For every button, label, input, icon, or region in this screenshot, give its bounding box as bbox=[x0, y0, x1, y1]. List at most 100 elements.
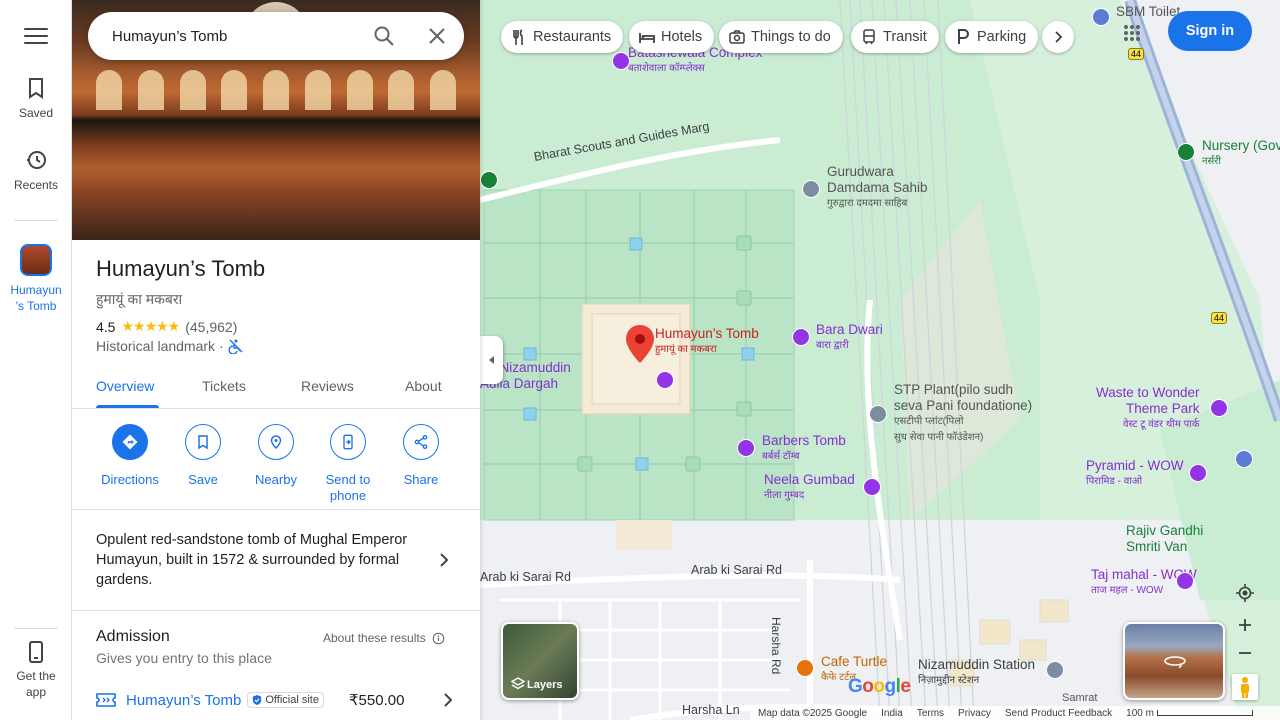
rating-stars: ★★★★★ bbox=[121, 318, 180, 334]
collapse-panel-button[interactable] bbox=[480, 336, 503, 384]
about-results-button[interactable]: About these results bbox=[323, 631, 445, 645]
rail-active-place[interactable]: Humayun ’s Tomb bbox=[0, 244, 72, 314]
share-button[interactable]: Share bbox=[381, 424, 461, 488]
rail-divider-bottom bbox=[14, 628, 58, 629]
send-to-phone-icon bbox=[330, 424, 366, 460]
poi-park-icon[interactable] bbox=[480, 171, 498, 189]
map-label-gurudwara[interactable]: Gurudwara Damdama Sahib गुरुद्वारा दमदमा स… bbox=[827, 164, 928, 212]
poi-monument-icon[interactable] bbox=[792, 328, 810, 346]
zoom-out-button[interactable] bbox=[1230, 638, 1260, 668]
verified-icon bbox=[253, 695, 262, 705]
place-pin-icon[interactable] bbox=[626, 325, 654, 363]
pegman-button[interactable] bbox=[1232, 674, 1258, 700]
chevron-right-icon[interactable] bbox=[436, 552, 452, 568]
map-label-humayuns-tomb[interactable]: Humayun’s Tomb हुमायूं का मकबरा bbox=[655, 326, 759, 355]
poi-monument-icon[interactable] bbox=[737, 439, 755, 457]
chip-parking[interactable]: Parking bbox=[945, 21, 1039, 53]
chevron-right-icon[interactable] bbox=[440, 692, 456, 708]
directions-button[interactable]: Directions bbox=[90, 424, 170, 488]
sign-in-button[interactable]: Sign in bbox=[1168, 11, 1252, 51]
layers-icon bbox=[511, 677, 525, 690]
place-description[interactable]: Opulent red-sandstone tomb of Mughal Emp… bbox=[96, 530, 416, 590]
poi-camera-icon[interactable] bbox=[656, 371, 674, 389]
footer-india-link[interactable]: India bbox=[881, 708, 903, 719]
reviews-count[interactable]: (45,962) bbox=[185, 319, 237, 335]
bookmark-icon bbox=[29, 78, 43, 99]
poi-toilet-icon[interactable] bbox=[1092, 8, 1110, 26]
get-app-button[interactable]: Get the app bbox=[0, 640, 72, 700]
chip-things-to-do[interactable]: Things to do bbox=[719, 21, 843, 53]
poi-worship-icon[interactable] bbox=[802, 180, 820, 198]
my-location-button[interactable] bbox=[1230, 578, 1260, 608]
save-button[interactable]: Save bbox=[163, 424, 243, 488]
map-label-waste-to-wonder[interactable]: Waste to Wonder Theme Park वेस्ट टू वंडर थ… bbox=[1096, 385, 1200, 433]
ticket-provider-name[interactable]: Humayun’s Tomb bbox=[126, 692, 241, 709]
poi-camera-icon[interactable] bbox=[1176, 572, 1194, 590]
layers-label: Layers bbox=[527, 679, 563, 691]
map-footer: Map data ©2025 Google India Terms Privac… bbox=[750, 706, 1280, 720]
tab-overview[interactable]: Overview bbox=[96, 378, 154, 394]
layers-button[interactable]: Layers bbox=[501, 622, 579, 700]
tab-tickets[interactable]: Tickets bbox=[202, 378, 246, 394]
phone-icon bbox=[29, 641, 43, 663]
nearby-button[interactable]: Nearby bbox=[236, 424, 316, 488]
street-view-thumbnail[interactable] bbox=[1123, 622, 1225, 700]
poi-marker-icon[interactable] bbox=[612, 52, 630, 70]
chip-hotels[interactable]: Hotels bbox=[629, 21, 715, 53]
ticket-option-row[interactable]: Humayun’s Tomb Official site ₹550.00 bbox=[96, 688, 456, 712]
place-category[interactable]: Historical landmark bbox=[96, 338, 215, 354]
about-results-label: About these results bbox=[323, 631, 426, 645]
tab-about[interactable]: About bbox=[405, 378, 442, 394]
rating-value: 4.5 bbox=[96, 318, 116, 335]
rail-place-label-2: ’s Tomb bbox=[15, 299, 57, 313]
rail-saved-button[interactable]: Saved bbox=[0, 76, 72, 120]
map-label-sbm-toilet[interactable]: SBM Toilet bbox=[1116, 4, 1180, 19]
poi-cafe-icon[interactable] bbox=[796, 659, 814, 677]
poi-station-icon[interactable] bbox=[1046, 661, 1064, 679]
parking-icon bbox=[958, 29, 969, 44]
my-location-icon bbox=[1236, 584, 1254, 602]
footer-terms-link[interactable]: Terms bbox=[917, 708, 944, 719]
poi-nursery-icon[interactable] bbox=[1177, 143, 1195, 161]
send-to-phone-button[interactable]: Send to phone bbox=[308, 424, 388, 504]
poi-camera-icon[interactable] bbox=[1189, 464, 1207, 482]
apps-grid-icon[interactable] bbox=[1123, 24, 1141, 42]
map-label-barbers-tomb[interactable]: Barbers Tomb बर्बर्स टॉम्ब bbox=[762, 433, 846, 462]
map-label-bara-dwari[interactable]: Bara Dwari बारा द्वारी bbox=[816, 322, 883, 351]
map-label-samrat: Samrat bbox=[1062, 692, 1098, 704]
zoom-in-button[interactable] bbox=[1230, 610, 1260, 640]
chip-restaurants[interactable]: Restaurants bbox=[501, 21, 624, 53]
poi-monument-icon[interactable] bbox=[863, 478, 881, 496]
footer-feedback-link[interactable]: Send Product Feedback bbox=[1005, 708, 1112, 719]
chip-transit[interactable]: Transit bbox=[851, 21, 939, 53]
rail-divider bbox=[14, 220, 58, 221]
place-title: Humayun’s Tomb bbox=[96, 256, 266, 281]
google-logo: Google bbox=[848, 676, 911, 697]
close-icon[interactable] bbox=[425, 24, 449, 48]
tab-reviews[interactable]: Reviews bbox=[301, 378, 354, 394]
map-canvas[interactable]: Batashewala Complexबताशेवाला कॉम्प्लेक्स… bbox=[480, 0, 1280, 720]
footer-privacy-link[interactable]: Privacy bbox=[958, 708, 991, 719]
chips-next-button[interactable] bbox=[1042, 21, 1074, 53]
poi-camera-icon[interactable] bbox=[1210, 399, 1228, 417]
map-label-rajiv-gandhi-smriti-van[interactable]: Rajiv Gandhi Smriti Van bbox=[1126, 523, 1203, 555]
official-site-badge: Official site bbox=[247, 692, 324, 708]
scale-label: 100 m bbox=[1126, 707, 1154, 719]
poi-plant-icon[interactable] bbox=[869, 405, 887, 423]
place-thumbnail bbox=[20, 244, 52, 276]
not-wheelchair-accessible-icon[interactable] bbox=[228, 338, 244, 354]
divider bbox=[72, 509, 480, 510]
map-label-pyramid-wow[interactable]: Pyramid - WOW पिरामिड - वाओ bbox=[1086, 458, 1184, 487]
rail-recents-button[interactable]: Recents bbox=[0, 148, 72, 192]
map-label-nursery[interactable]: Nursery (Gov नर्सरी bbox=[1202, 138, 1280, 167]
scale-bar[interactable]: 100 m bbox=[1126, 708, 1253, 719]
map-label-stp-plant[interactable]: STP Plant(pilo sudh seva Pani foundatione… bbox=[894, 382, 1032, 446]
official-site-label: Official site bbox=[265, 694, 319, 706]
map-label-nizamuddin-station[interactable]: Nizamuddin Station निज़ामुद्दीन स्टेशन bbox=[918, 657, 1035, 686]
poi-parking-icon[interactable] bbox=[1235, 450, 1253, 468]
search-input[interactable] bbox=[112, 24, 352, 48]
map-label-neela-gumbad[interactable]: Neela Gumbad नीला गुम्बद bbox=[764, 472, 855, 501]
left-rail: Saved Recents Humayun ’s Tomb Get the ap… bbox=[0, 0, 72, 720]
menu-icon[interactable] bbox=[24, 28, 48, 44]
search-icon[interactable] bbox=[372, 24, 396, 48]
